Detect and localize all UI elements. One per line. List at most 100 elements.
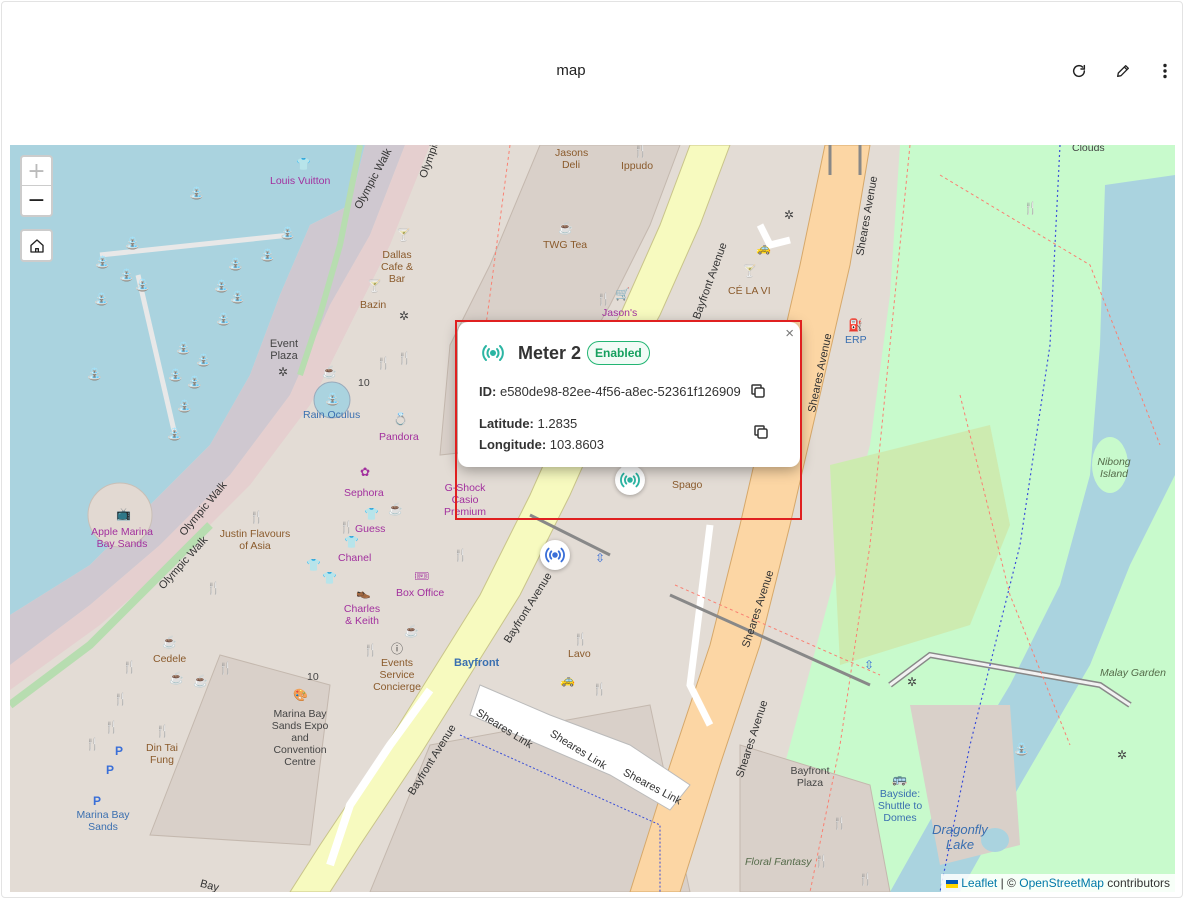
meter-marker[interactable] — [540, 540, 570, 570]
map-label: Pandora — [379, 431, 419, 443]
restaurant-icon: 🍴 — [453, 548, 468, 562]
restaurant-icon: 🍴 — [858, 872, 873, 886]
fountain-icon: ⛲ — [189, 186, 204, 200]
popup-tip — [620, 466, 638, 476]
escalator-icon: ⇳ — [864, 658, 875, 672]
restaurant-icon: 🍴 — [596, 292, 611, 306]
fountain-icon: ⛲ — [87, 367, 102, 381]
fountain-icon: ⛲ — [230, 290, 245, 304]
perfume-icon: ✿ — [360, 465, 371, 479]
map-label: Cedele — [153, 653, 187, 665]
art-icon: 🎨 — [293, 688, 308, 702]
clothes-icon: 👕 — [344, 535, 359, 549]
map-label: Jason's — [602, 307, 638, 319]
map-label: Dallas Cafe & Bar — [380, 249, 414, 285]
id-value: e580de98-82ee-4f56-a8ec-52361f126909 — [499, 384, 741, 399]
cafe-icon: ☕ — [404, 624, 419, 638]
jewelry-icon: 💍 — [393, 412, 408, 426]
cafe-icon: ☕ — [388, 502, 403, 516]
map-label: Rain Oculus — [303, 409, 361, 421]
ticket-icon: 🎟 — [414, 569, 430, 583]
restaurant-icon: 🍴 — [249, 510, 264, 524]
fountain-icon: ⛲ — [168, 368, 183, 382]
map-label: Marina Bay Sands — [76, 809, 130, 833]
ukraine-flag-icon — [945, 879, 958, 888]
clothes-icon: 👕 — [322, 571, 337, 585]
restaurant-icon: 🍴 — [376, 356, 391, 370]
fountain-icon: ⛲ — [177, 399, 192, 413]
star-icon: ✲ — [278, 365, 289, 379]
longitude-value: 103.8603 — [549, 437, 605, 452]
id-row: ID: e580de98-82ee-4f56-a8ec-52361f126909 — [479, 384, 741, 399]
leaflet-link[interactable]: Leaflet — [961, 876, 997, 890]
bus-icon: 🚌 — [892, 772, 907, 786]
map-attribution: Leaflet | © OpenStreetMap contributors — [940, 874, 1175, 892]
restaurant-icon: 🍴 — [573, 632, 588, 646]
map-label: Bayfront — [454, 657, 500, 669]
cafe-icon: ☕ — [322, 365, 337, 379]
popup-close-button[interactable]: × — [785, 325, 794, 342]
restaurant-icon: 🍴 — [814, 854, 829, 868]
clothes-icon: 👕 — [296, 157, 311, 171]
fountain-icon: ⛲ — [125, 236, 140, 250]
map-label: Marina Bay Sands Expo and Convention Cen… — [271, 708, 329, 768]
cafe-icon: ☕ — [558, 221, 573, 235]
more-options-button[interactable] — [1154, 60, 1176, 82]
star-icon: ✲ — [1117, 748, 1128, 762]
copy-icon — [751, 384, 765, 398]
meter-popup: × Meter 2 Enabled ID: e580de98-82ee-4f56… — [458, 322, 800, 467]
fountain-icon: ⛲ — [280, 226, 295, 240]
star-icon: ✲ — [784, 208, 795, 222]
map-label: Guess — [355, 523, 386, 535]
fountain-icon: ⛲ — [1014, 742, 1029, 756]
zoom-out-button[interactable]: − — [22, 186, 51, 215]
edit-button[interactable] — [1112, 60, 1134, 82]
taxi-icon: 🚕 — [756, 241, 771, 255]
map-label: Justin Flavours of Asia — [219, 528, 291, 552]
map-label: Nibong Island — [1097, 456, 1131, 480]
star-icon: ✲ — [907, 675, 918, 689]
fountain-icon: ⛲ — [260, 248, 275, 262]
restaurant-icon: 🍴 — [122, 660, 137, 674]
sensor-icon — [545, 547, 565, 563]
map-label: Jasons Deli — [555, 147, 589, 171]
map-label: CÉ LA VI — [728, 285, 771, 297]
refresh-button[interactable] — [1068, 60, 1090, 82]
map-label: Lavo — [568, 648, 591, 660]
osm-link[interactable]: OpenStreetMap — [1019, 876, 1104, 890]
map-label: Ippudo — [621, 160, 654, 172]
tv-icon: 📺 — [116, 507, 131, 521]
map-tiles[interactable] — [10, 145, 1175, 892]
fountain-icon: ⛲ — [119, 268, 134, 282]
map-canvas[interactable]: 👕 ⛲ ⛲ ⛲ ⛲ ⛲ ⛲ ⛲ ⛲ ⛲ ⛲ ⛲ ⛲ ⛲ ⛲ ⛲ ⛲ ⛲ ⛲ ⛲ … — [10, 145, 1175, 892]
info-icon: ⓘ — [391, 642, 404, 656]
copy-id-button[interactable] — [749, 382, 767, 400]
escalator-icon: ⇳ — [595, 551, 606, 565]
copy-coordinates-button[interactable] — [752, 423, 770, 441]
zoom-control: + − — [20, 155, 53, 217]
meter-name: Meter 2 — [518, 342, 582, 363]
cafe-icon: ☕ — [169, 671, 184, 685]
copy-icon — [754, 425, 768, 439]
latitude-row: Latitude: 1.2835 — [479, 416, 577, 431]
cart-icon: 🛒 — [615, 287, 630, 301]
fountain-icon: ⛲ — [167, 427, 182, 441]
restaurant-icon: 🍴 — [339, 520, 354, 534]
attribution-separator: | © — [1000, 876, 1016, 890]
fountain-icon: ⛲ — [187, 375, 202, 389]
latitude-value: 1.2835 — [537, 416, 578, 431]
cafe-icon: ☕ — [193, 674, 208, 688]
map-label: TWG Tea — [543, 239, 588, 251]
map-label: G-Shock Casio Premium — [443, 482, 486, 518]
shoe-icon: 👞 — [356, 585, 371, 599]
fountain-icon: ⛲ — [135, 278, 150, 292]
map-label: Spago — [672, 479, 703, 491]
pencil-icon — [1117, 65, 1129, 77]
map-label: Sephora — [344, 487, 384, 499]
home-button[interactable] — [20, 229, 53, 262]
zoom-in-button[interactable]: + — [22, 157, 51, 186]
restaurant-icon: 🍴 — [104, 720, 119, 734]
map-label: Malay Garden — [1100, 667, 1166, 679]
widget-title: map — [556, 62, 586, 79]
restaurant-icon: 🍴 — [113, 692, 128, 706]
